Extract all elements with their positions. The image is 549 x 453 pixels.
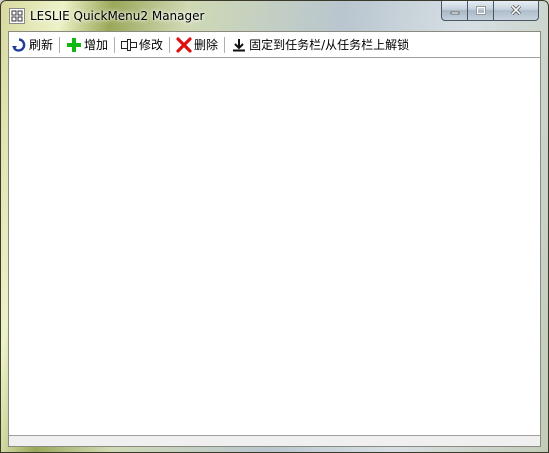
refresh-icon bbox=[11, 37, 27, 53]
menu-list-area[interactable] bbox=[9, 58, 540, 435]
title-bar[interactable]: LESLIE QuickMenu2 Manager bbox=[1, 1, 548, 31]
plus-icon bbox=[66, 37, 82, 53]
edit-button[interactable]: 修改 bbox=[119, 34, 165, 56]
caption-buttons bbox=[441, 1, 539, 22]
edit-icon bbox=[121, 37, 138, 53]
edit-label: 修改 bbox=[139, 38, 164, 52]
client-area: 刷新 增加 修改 删除 固定到任务栏/从任务栏上解锁 bbox=[8, 31, 541, 447]
close-button[interactable] bbox=[494, 1, 539, 21]
download-arrow-icon bbox=[231, 37, 247, 53]
toolbar-separator bbox=[169, 36, 171, 53]
add-button[interactable]: 增加 bbox=[64, 34, 110, 56]
toolbar-separator bbox=[114, 36, 116, 53]
maximize-icon bbox=[475, 4, 486, 18]
close-icon bbox=[510, 4, 522, 18]
toolbar-separator bbox=[224, 36, 226, 53]
toolbar: 刷新 增加 修改 删除 固定到任务栏/从任务栏上解锁 bbox=[9, 32, 540, 58]
delete-label: 删除 bbox=[194, 38, 219, 52]
minimize-icon bbox=[450, 4, 460, 18]
status-bar bbox=[9, 435, 540, 446]
app-logo-icon bbox=[9, 8, 25, 24]
delete-button[interactable]: 删除 bbox=[174, 34, 220, 56]
refresh-button[interactable]: 刷新 bbox=[9, 34, 55, 56]
x-icon bbox=[176, 36, 192, 53]
window-title: LESLIE QuickMenu2 Manager bbox=[30, 9, 205, 23]
toolbar-separator bbox=[59, 36, 61, 53]
pin-to-taskbar-label: 固定到任务栏/从任务栏上解锁 bbox=[249, 38, 410, 52]
add-label: 增加 bbox=[84, 38, 109, 52]
maximize-button[interactable] bbox=[468, 1, 494, 21]
pin-to-taskbar-button[interactable]: 固定到任务栏/从任务栏上解锁 bbox=[229, 34, 411, 56]
app-window: LESLIE QuickMenu2 Manager 刷新 增加 修改 删除 固定… bbox=[0, 0, 549, 453]
minimize-button[interactable] bbox=[441, 1, 468, 21]
refresh-label: 刷新 bbox=[29, 38, 54, 52]
